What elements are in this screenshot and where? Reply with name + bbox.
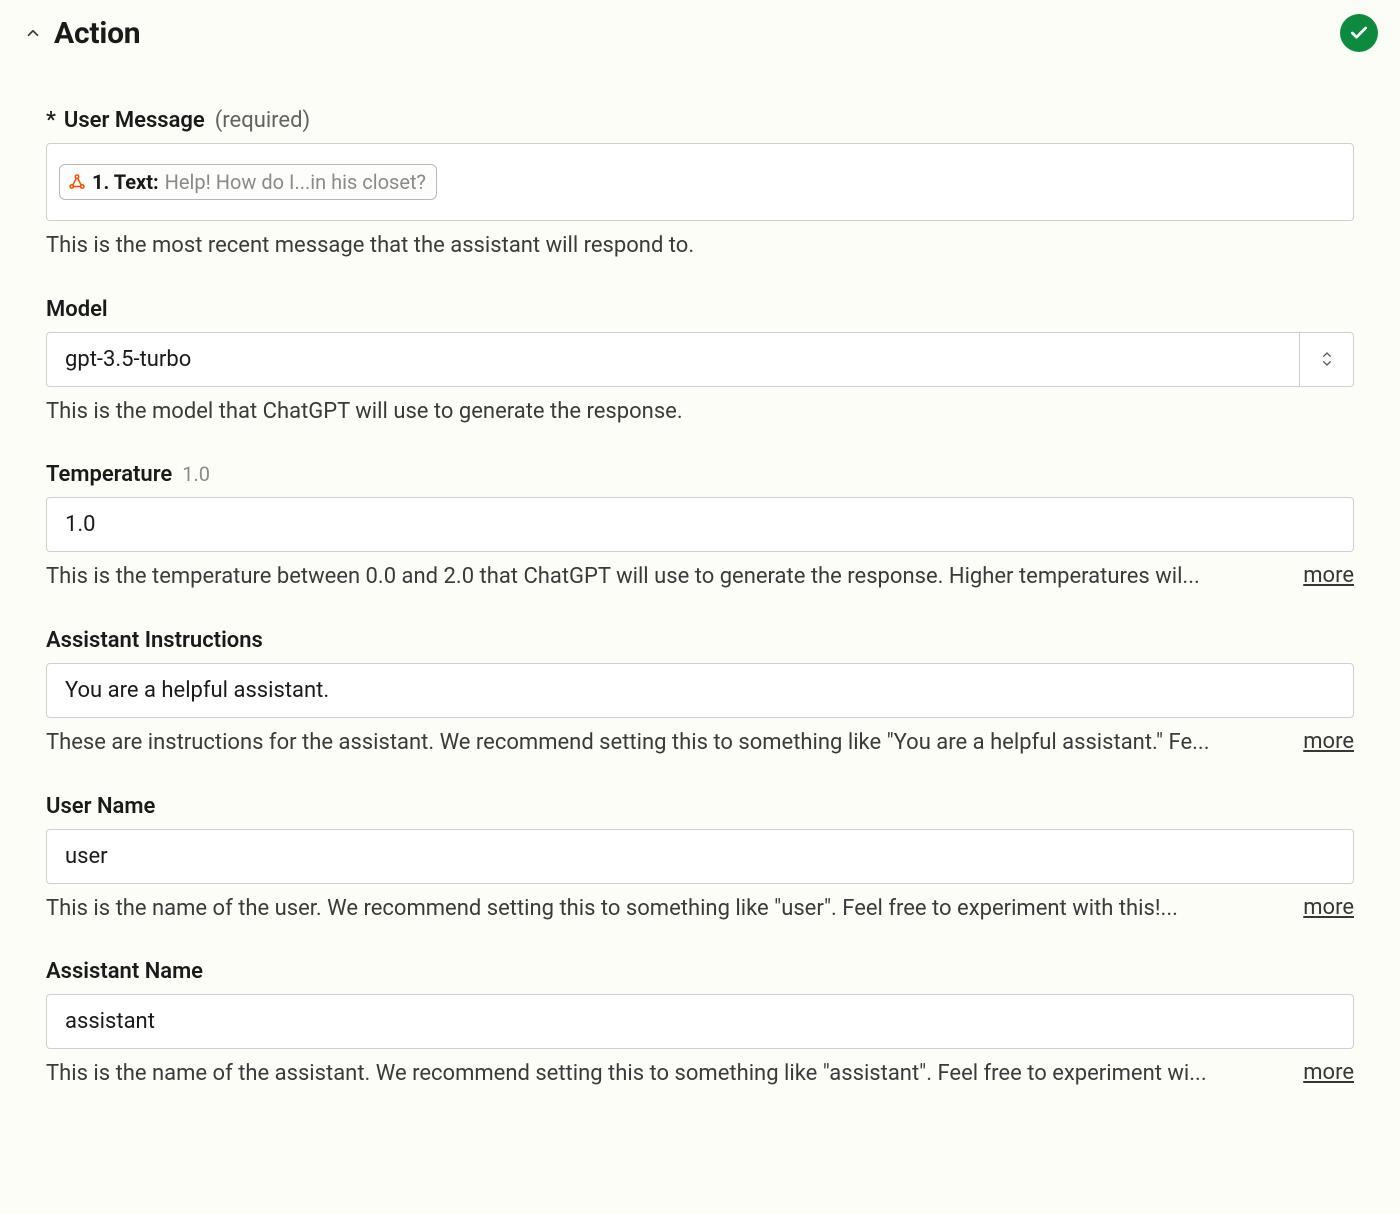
- collapse-icon[interactable]: [22, 22, 44, 44]
- temperature-default-annotation: 1.0: [182, 462, 210, 486]
- section-header: Action: [22, 14, 1378, 52]
- more-link-assistant-name[interactable]: more: [1303, 1060, 1354, 1085]
- model-select[interactable]: [46, 332, 1354, 387]
- more-link-assistant-instructions[interactable]: more: [1303, 729, 1354, 754]
- required-hint: (required): [215, 108, 310, 133]
- field-assistant-instructions: Assistant Instructions These are instruc…: [46, 628, 1354, 758]
- required-star: *: [46, 108, 56, 133]
- label-assistant-instructions: Assistant Instructions: [46, 628, 263, 653]
- label-user-message: * User Message: [46, 108, 205, 133]
- field-model: Model This is the model that ChatGPT wil…: [46, 297, 1354, 427]
- label-temperature: Temperature: [46, 462, 172, 487]
- assistant-name-input[interactable]: [46, 994, 1354, 1049]
- desc-temperature: This is the temperature between 0.0 and …: [46, 562, 1285, 592]
- label-assistant-name: Assistant Name: [46, 959, 203, 984]
- fields: * User Message (required): [22, 52, 1378, 1089]
- pill-label: 1. Text:: [92, 170, 159, 194]
- desc-assistant-instructions: These are instructions for the assistant…: [46, 728, 1285, 758]
- more-link-user-name[interactable]: more: [1303, 895, 1354, 920]
- more-link-temperature[interactable]: more: [1303, 563, 1354, 588]
- label-model: Model: [46, 297, 108, 322]
- assistant-instructions-input[interactable]: [46, 663, 1354, 718]
- pill-text: Help! How do I...in his closet?: [165, 170, 426, 194]
- label-user-name: User Name: [46, 794, 155, 819]
- user-message-input[interactable]: 1. Text: Help! How do I...in his closet?: [46, 143, 1354, 221]
- select-chevron-icon[interactable]: [1299, 332, 1354, 387]
- desc-user-name: This is the name of the user. We recomme…: [46, 894, 1285, 924]
- action-section: Action * User Message (required): [0, 0, 1400, 1109]
- mapped-value-pill[interactable]: 1. Text: Help! How do I...in his closet?: [59, 164, 437, 200]
- desc-user-message: This is the most recent message that the…: [46, 231, 1354, 261]
- field-user-message: * User Message (required): [46, 108, 1354, 261]
- desc-assbiggest-name: This is the name of the assistant. We re…: [46, 1059, 1285, 1089]
- model-select-value[interactable]: [46, 332, 1354, 387]
- section-title: Action: [54, 16, 140, 51]
- desc-model: This is the model that ChatGPT will use …: [46, 397, 1354, 427]
- user-name-input[interactable]: [46, 829, 1354, 884]
- status-success-icon: [1340, 14, 1378, 52]
- field-temperature: Temperature 1.0 This is the temperature …: [46, 462, 1354, 592]
- field-user-name: User Name This is the name of the user. …: [46, 794, 1354, 924]
- temperature-input[interactable]: [46, 497, 1354, 552]
- field-assistant-name: Assistant Name This is the name of the a…: [46, 959, 1354, 1089]
- webhook-icon: [68, 173, 86, 191]
